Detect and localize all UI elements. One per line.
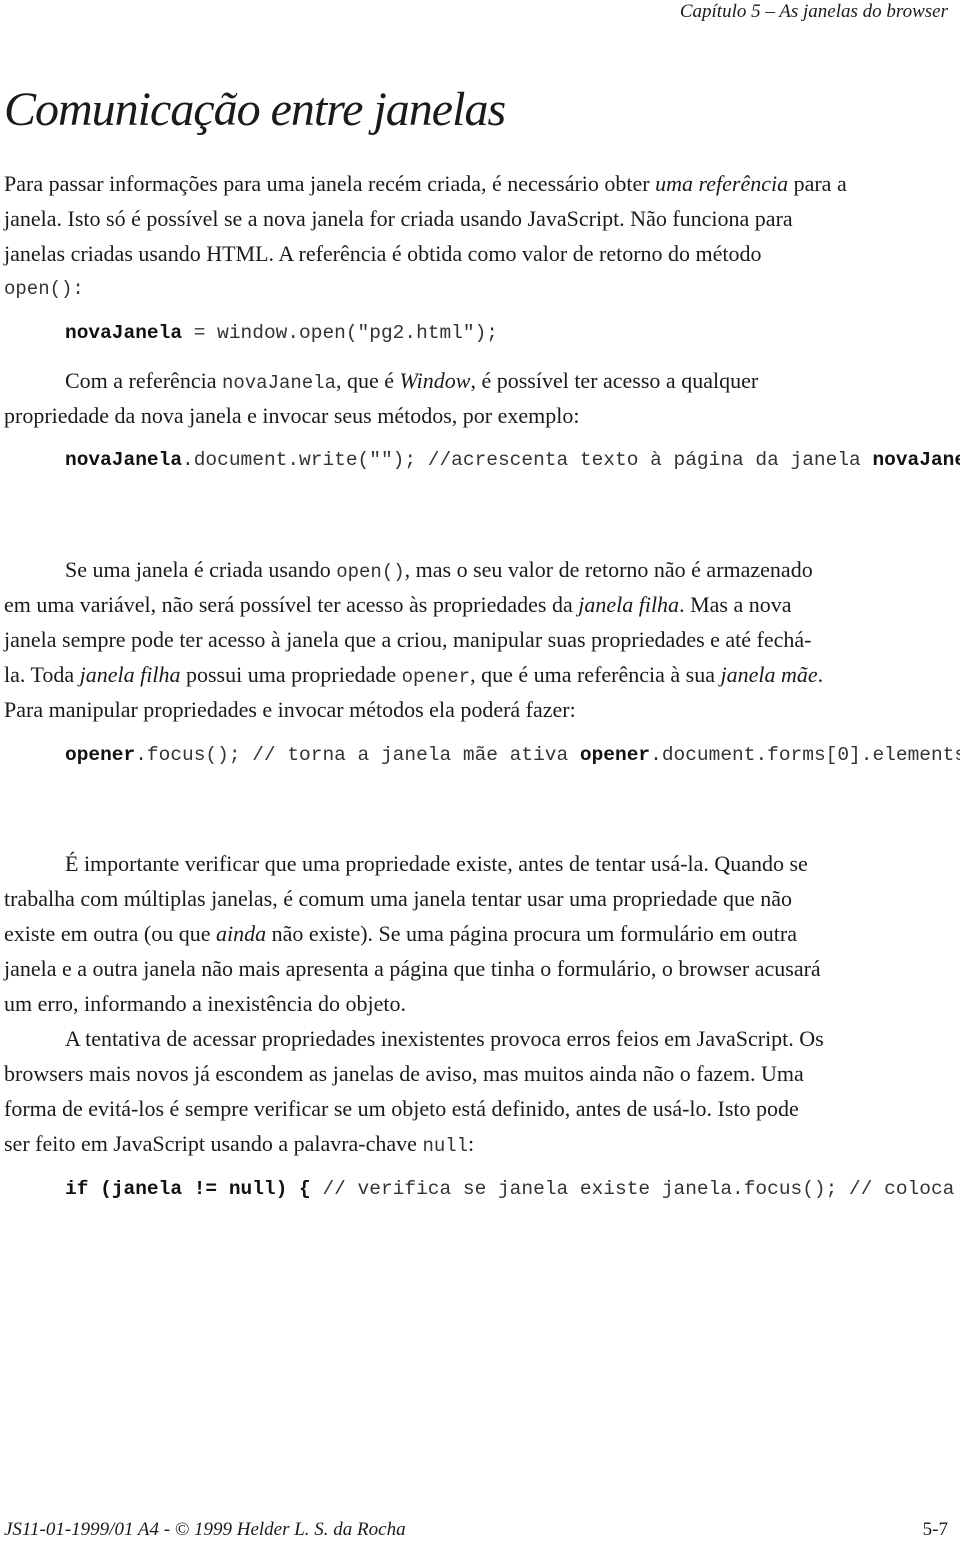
- code-block-opener: opener.focus(); // torna a janela mãe at…: [65, 744, 960, 766]
- para2-line2: propriedade da nova janela e invocar seu…: [4, 403, 580, 428]
- para3-line5: Para manipular propriedades e invocar mé…: [4, 697, 576, 722]
- para3-line3: janela sempre pode ter acesso à janela q…: [4, 627, 812, 652]
- para2-line1: Com a referência novaJanela, que é Windo…: [65, 368, 759, 394]
- code-block-novajanela: novaJanela.document.write(""); //acresce…: [65, 449, 960, 471]
- running-header: Capítulo 5 – As janelas do browser: [679, 1, 948, 22]
- para1-line3: janelas criadas usando HTML. A referênci…: [4, 241, 762, 266]
- para1-line1: Para passar informações para uma janela …: [4, 171, 847, 196]
- para1-line4: open():: [4, 278, 84, 300]
- para3-line1: Se uma janela é criada usando open(), ma…: [65, 557, 813, 583]
- para5-line2: browsers mais novos já escondem as janel…: [4, 1061, 804, 1086]
- para4-line4: janela e a outra janela não mais apresen…: [4, 956, 821, 981]
- footer-copyright: JS11-01-1999/01 A4 - © 1999 Helder L. S.…: [4, 1519, 406, 1540]
- para1-line2: janela. Isto só é possível se a nova jan…: [4, 206, 793, 231]
- para5-line3: forma de evitá-los é sempre verificar se…: [4, 1096, 799, 1121]
- para5-line1: A tentativa de acessar propriedades inex…: [65, 1026, 824, 1051]
- section-title: Comunicação entre janelas: [4, 83, 506, 136]
- para3-line4: la. Toda janela filha possui uma proprie…: [4, 662, 824, 688]
- para4-line1: É importante verificar que uma proprieda…: [65, 851, 808, 876]
- para5-line4: ser feito em JavaScript usando a palavra…: [4, 1131, 475, 1157]
- para4-line3: existe em outra (ou que ainda não existe…: [4, 921, 798, 946]
- para4-line2: trabalha com múltiplas janelas, é comum …: [4, 886, 793, 911]
- page-number: 5-7: [922, 1519, 948, 1540]
- code-line: novaJanela = window.open("pg2.html");: [65, 322, 498, 344]
- para4-line5: um erro, informando a inexistência do ob…: [4, 991, 406, 1016]
- para3-line2: em uma variável, não será possível ter a…: [4, 592, 792, 617]
- code-block-null-check: if (janela != null) { // verifica se jan…: [65, 1178, 960, 1200]
